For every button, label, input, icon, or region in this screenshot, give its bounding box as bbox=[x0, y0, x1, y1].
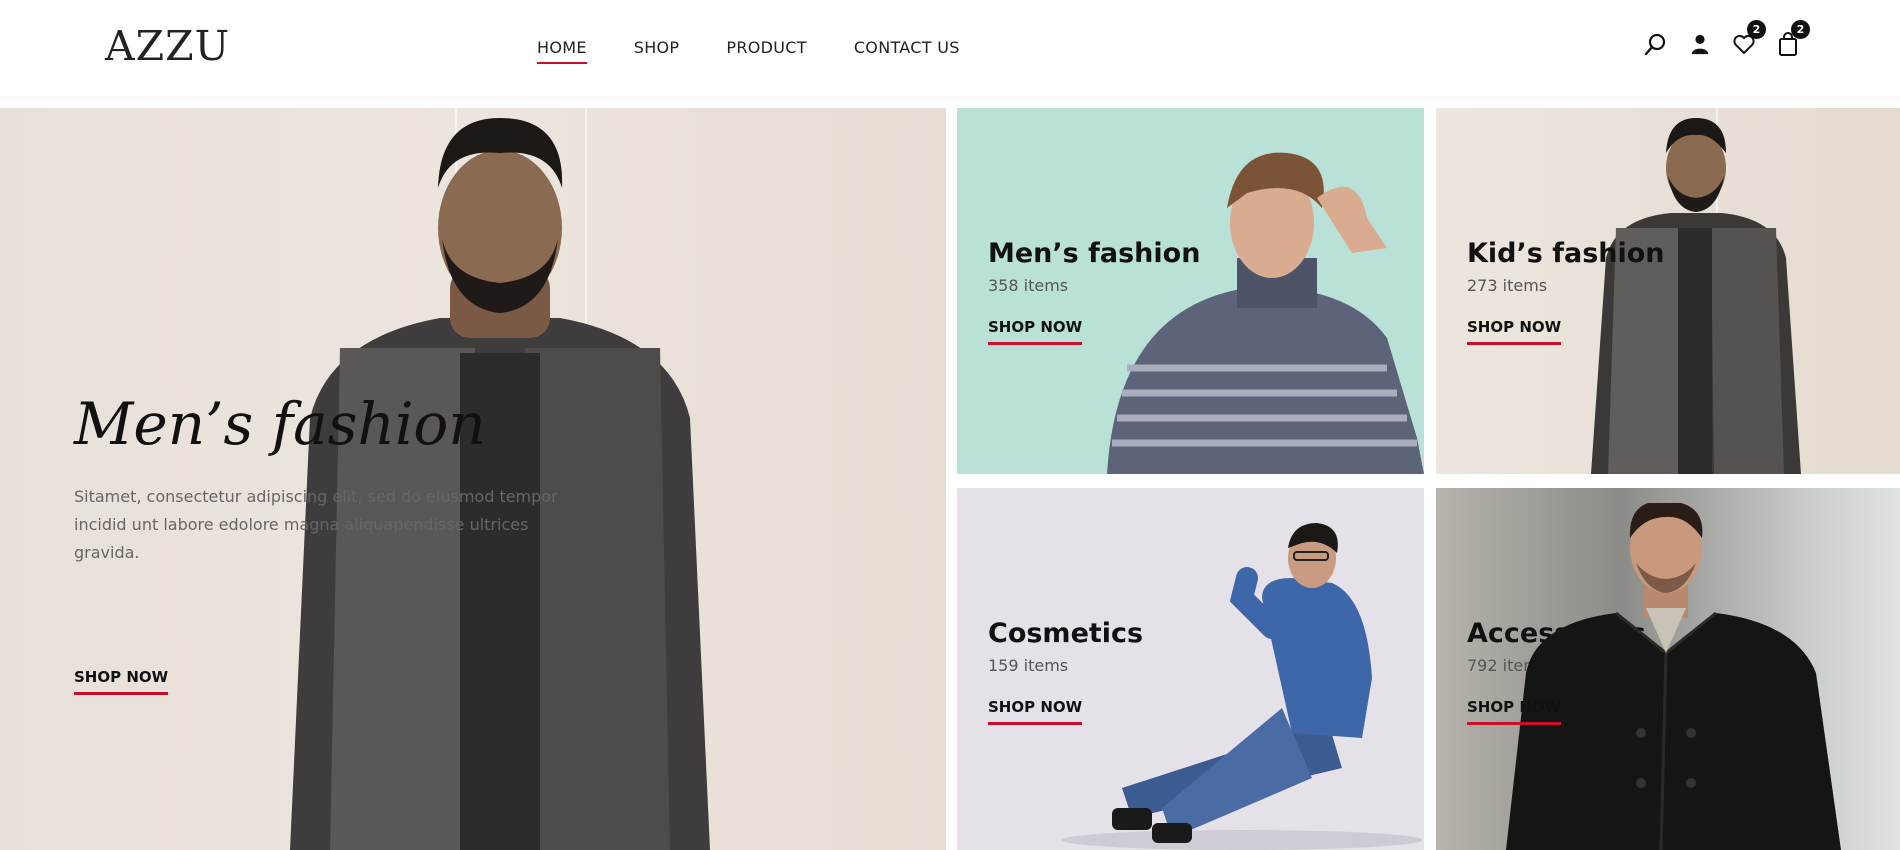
shop-now-link[interactable]: SHOP NOW bbox=[1467, 698, 1562, 725]
cart-count-badge: 2 bbox=[1791, 20, 1810, 39]
shop-now-link[interactable]: SHOP NOW bbox=[1467, 318, 1562, 345]
hero-shop-now-link[interactable]: SHOP NOW bbox=[74, 668, 169, 695]
header-icons: 2 2 bbox=[1644, 20, 1810, 56]
site-logo[interactable]: AZZU bbox=[105, 22, 230, 70]
site-header: AZZU HOME SHOP PRODUCT CONTACT US 2 2 bbox=[0, 0, 1900, 96]
mens-fashion-model-image bbox=[1107, 152, 1424, 474]
category-item-count: 273 items bbox=[1467, 276, 1548, 295]
nav-shop[interactable]: SHOP bbox=[634, 38, 680, 64]
shop-now-link[interactable]: SHOP NOW bbox=[988, 698, 1083, 725]
wishlist-count-badge: 2 bbox=[1747, 20, 1766, 39]
cosmetics-model-image bbox=[1062, 523, 1422, 850]
nav-contact-us[interactable]: CONTACT US bbox=[854, 38, 960, 64]
user-icon bbox=[1691, 34, 1709, 55]
category-title: Kid’s fashion bbox=[1467, 238, 1665, 269]
shop-now-link[interactable]: SHOP NOW bbox=[988, 318, 1083, 345]
category-title: Men’s fashion bbox=[988, 238, 1201, 269]
cart-button[interactable]: 2 bbox=[1776, 20, 1810, 56]
category-item-count: 159 items bbox=[988, 656, 1069, 675]
accessories-model-image bbox=[1506, 503, 1841, 850]
category-title: Cosmetics bbox=[988, 618, 1144, 649]
category-tile-mens-fashion[interactable]: Men’s fashion 358 items SHOP NOW bbox=[957, 108, 1424, 474]
category-tile-accessories[interactable]: Accessories 792 items SHOP NOW bbox=[1436, 488, 1900, 850]
account-button[interactable] bbox=[1688, 32, 1712, 56]
hero-description: Sitamet, consectetur adipiscing elit, se… bbox=[74, 487, 558, 562]
nav-product[interactable]: PRODUCT bbox=[726, 38, 806, 64]
wishlist-button[interactable]: 2 bbox=[1732, 20, 1766, 56]
nav-home[interactable]: HOME bbox=[537, 38, 587, 64]
search-button[interactable] bbox=[1644, 32, 1668, 56]
main-nav: HOME SHOP PRODUCT CONTACT US bbox=[537, 38, 960, 64]
category-tile-kids-fashion[interactable]: Kid’s fashion 273 items SHOP NOW bbox=[1436, 108, 1900, 474]
category-tile-cosmetics[interactable]: Cosmetics 159 items SHOP NOW bbox=[957, 488, 1424, 850]
category-item-count: 358 items bbox=[988, 276, 1069, 295]
hero-title: Men’s fashion bbox=[74, 390, 486, 458]
kids-fashion-model-image bbox=[1591, 118, 1801, 474]
search-icon bbox=[1644, 33, 1666, 56]
hero-banner: Men’s fashion Sitamet, consectetur adipi… bbox=[0, 108, 946, 850]
